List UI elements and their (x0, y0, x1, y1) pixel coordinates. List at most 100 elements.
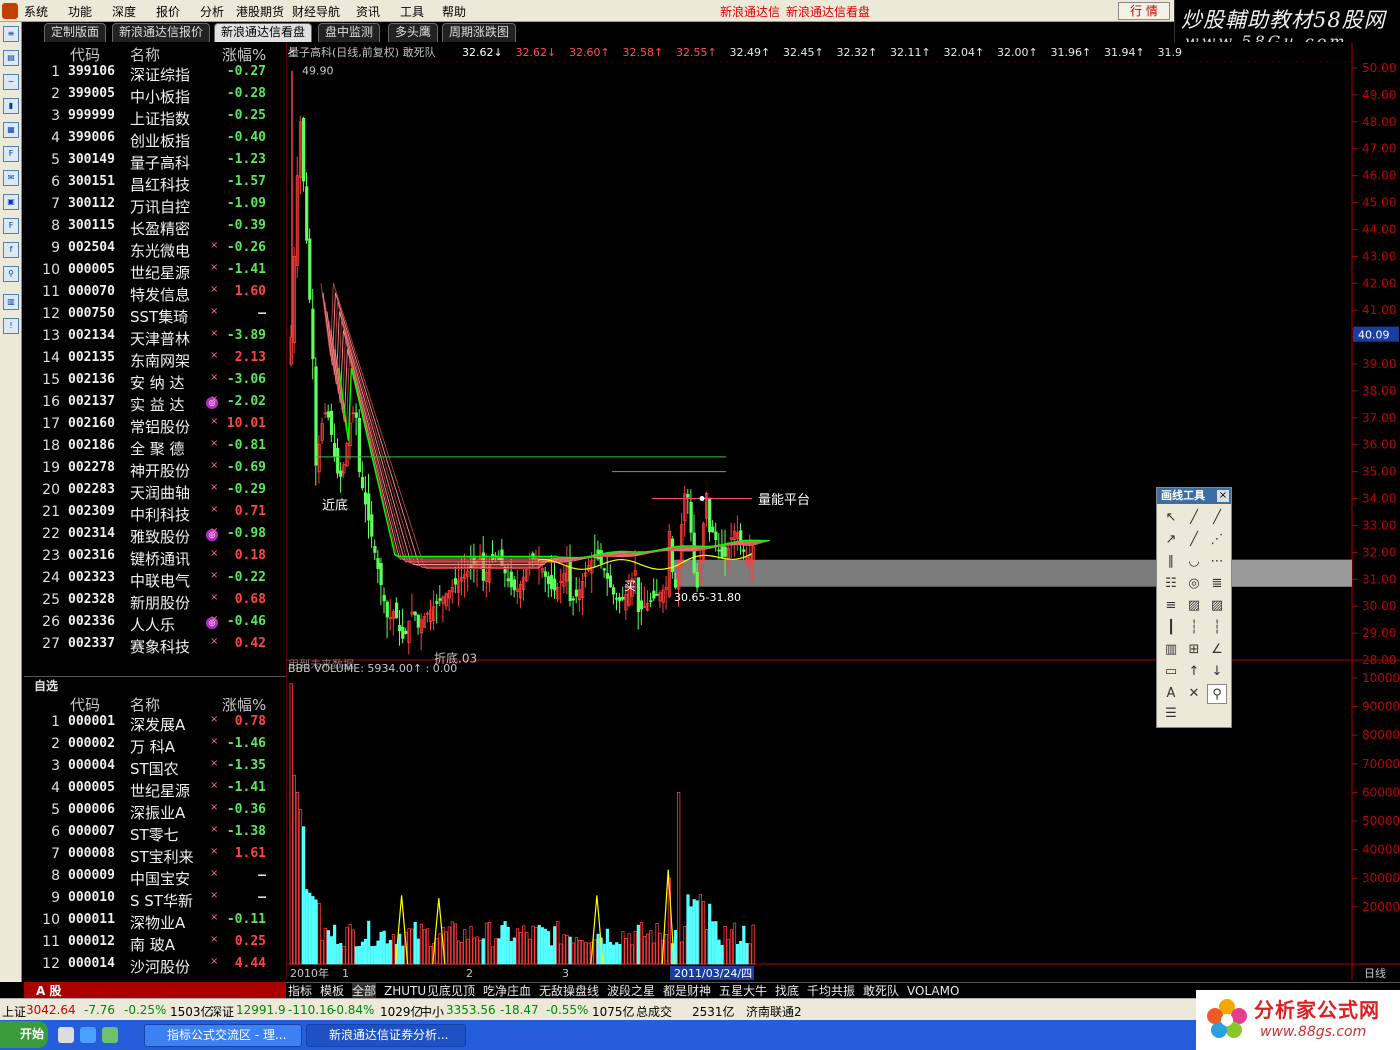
remove-mark-icon[interactable]: × (210, 438, 218, 449)
stock-row[interactable]: 4 399006 创业板指 -0.40 (24, 130, 286, 152)
ie-icon[interactable] (80, 1027, 96, 1043)
stock-row[interactable]: 27 002337 赛象科技 × 0.42 (24, 636, 286, 658)
toolbar-list-icon[interactable]: ▤ (3, 50, 19, 66)
stock-row[interactable]: 10 000005 世纪星源 × -1.41 (24, 262, 286, 284)
header-code-watch[interactable]: 代码 (70, 694, 100, 715)
channel-tool-icon[interactable]: ⋰ (1207, 530, 1227, 550)
header-name-watch[interactable]: 名称 (130, 694, 160, 715)
circle-tool-icon[interactable]: ◎ (1184, 574, 1204, 594)
remove-mark-icon[interactable]: × (210, 284, 218, 295)
taskbar-tdx-window[interactable]: 新浪通达信证券分析... (306, 1024, 466, 1047)
stock-row[interactable]: 17 002160 常铝股份 × 10.01 (24, 416, 286, 438)
indicator-tab[interactable]: 见底见顶 (427, 983, 475, 999)
header-pct[interactable]: 涨幅% (222, 44, 266, 65)
stock-row[interactable]: 2 000002 万 科A × -1.46 (24, 736, 286, 758)
remove-mark-icon[interactable]: × (210, 780, 218, 791)
stock-row[interactable]: 5 000006 深振业A × -0.36 (24, 802, 286, 824)
stock-row[interactable]: 26 002336 人人乐 ◎ × -0.46 (24, 614, 286, 636)
remove-mark-icon[interactable]: × (210, 846, 218, 857)
indicator-tab[interactable]: 无敌操盘线 (539, 983, 599, 999)
toolbar-doc-icon[interactable]: ▣ (3, 194, 19, 210)
tab-custom-layout[interactable]: 定制版面 (44, 23, 107, 42)
stock-row[interactable]: 10 000011 深物业A × -0.11 (24, 912, 286, 934)
indicator-tab[interactable]: ZHUTU (384, 983, 426, 999)
stock-row[interactable]: 23 002316 键桥通讯 × 0.18 (24, 548, 286, 570)
indicator-tab[interactable]: 波段之星 (607, 983, 655, 999)
stock-row[interactable]: 8 300115 长盈精密 -0.39 (24, 218, 286, 240)
remove-mark-icon[interactable]: × (210, 306, 218, 317)
tab-period-change[interactable]: 周期涨跌图 (442, 23, 517, 42)
menu-depth[interactable]: 深度 (112, 3, 136, 20)
quote-button[interactable]: 行 情 (1118, 2, 1170, 20)
vline-tool-icon[interactable]: ┃ (1161, 618, 1181, 638)
a-shares-tab[interactable]: A 股 (24, 982, 286, 998)
stock-row[interactable]: 25 002328 新朋股份 × 0.68 (24, 592, 286, 614)
cycle-tool-icon[interactable]: ┆ (1184, 618, 1204, 638)
stock-row[interactable]: 6 000007 ST零七 × -1.38 (24, 824, 286, 846)
select-tool-icon[interactable]: ⚲ (1207, 684, 1227, 704)
menu-system[interactable]: 系统 (24, 3, 48, 20)
remove-mark-icon[interactable]: × (210, 262, 218, 273)
stock-row[interactable]: 2 399005 中小板指 -0.28 (24, 86, 286, 108)
remove-mark-icon[interactable]: × (210, 802, 218, 813)
remove-mark-icon[interactable]: × (210, 526, 218, 537)
kline-chart-svg[interactable]: 量子高科(日线,前复权) 敢死队 32.62↓ 32.62↓ 32.60↑ 32.58↑… (286, 42, 1400, 982)
stock-row[interactable]: 16 002137 实 益 达 ◎ × -2.02 (24, 394, 286, 416)
menu-tools[interactable]: 工具 (400, 3, 424, 20)
indicator-tab[interactable]: 都是财神 (663, 983, 711, 999)
header-pct-watch[interactable]: 涨幅% (222, 694, 266, 715)
remove-mark-icon[interactable]: × (210, 372, 218, 383)
band-tool-icon[interactable]: ▨ (1184, 596, 1204, 616)
tab-intraday-monitor[interactable]: 盘中监测 (318, 23, 381, 42)
remove-mark-icon[interactable]: × (210, 482, 218, 493)
speed-tool-icon[interactable]: ⊞ (1184, 640, 1204, 660)
toolbar-line-icon[interactable]: ~ (3, 74, 19, 90)
tab-sina-watch[interactable]: 新浪通达信看盘 (214, 23, 313, 42)
remove-mark-icon[interactable]: × (210, 614, 218, 625)
stock-row[interactable]: 21 002309 中利科技 × 0.71 (24, 504, 286, 526)
ray-tool-icon[interactable]: ╱ (1207, 508, 1227, 528)
parallel-tool-icon[interactable]: ∥ (1161, 552, 1181, 572)
remove-mark-icon[interactable]: × (210, 504, 218, 515)
indicator-tab[interactable]: 全部 (352, 983, 377, 999)
stock-row[interactable]: 7 000008 ST宝利来 × 1.61 (24, 846, 286, 868)
stock-row[interactable]: 1 399106 深证综指 -0.27 (24, 64, 286, 86)
stock-row[interactable]: 18 002186 全 聚 德 × -0.81 (24, 438, 286, 460)
percent-tool-icon[interactable]: ≡ (1161, 596, 1181, 616)
stock-row[interactable]: 9 002504 东光微电 × -0.26 (24, 240, 286, 262)
header-name[interactable]: 名称 (130, 44, 160, 65)
stock-row[interactable]: 5 300149 量子高科 -1.23 (24, 152, 286, 174)
media-icon[interactable] (102, 1027, 118, 1043)
arc-tool-icon[interactable]: ◡ (1184, 552, 1204, 572)
menu-analysis[interactable]: 分析 (200, 3, 224, 20)
toolbar-formula-icon[interactable]: f (3, 242, 19, 258)
tab-sina-quote[interactable]: 新浪通达信报价 (112, 23, 211, 42)
indicator-tab[interactable]: 千均共振 (807, 983, 855, 999)
tab-bull-eagle[interactable]: 多头鹰 (388, 23, 439, 42)
stock-row[interactable]: 3 999999 上证指数 -0.25 (24, 108, 286, 130)
angle-tool-icon[interactable]: ∠ (1207, 640, 1227, 660)
toolbar-quote-icon[interactable]: ≡ (3, 26, 19, 42)
menu-help[interactable]: 帮助 (442, 3, 466, 20)
wave-tool-icon[interactable]: ▨ (1207, 596, 1227, 616)
toolbar-finance-icon[interactable]: F (3, 218, 19, 234)
remove-mark-icon[interactable]: × (210, 890, 218, 901)
cursor-tool-icon[interactable]: ↖ (1161, 508, 1181, 528)
stock-row[interactable]: 9 000010 S ST华新 × — (24, 890, 286, 912)
remove-mark-icon[interactable]: × (210, 416, 218, 427)
header-code[interactable]: 代码 (70, 44, 100, 65)
down-arrow-icon[interactable]: ↓ (1207, 662, 1227, 682)
indicator-tab[interactable]: 五星大牛 (719, 983, 767, 999)
gann-tool-icon[interactable]: ☷ (1161, 574, 1181, 594)
stock-row[interactable]: 7 300112 万讯自控 -1.09 (24, 196, 286, 218)
stock-row[interactable]: 11 000070 特发信息 × 1.60 (24, 284, 286, 306)
stock-row[interactable]: 11 000012 南 玻A × 0.25 (24, 934, 286, 956)
list-tool-icon[interactable]: ☰ (1161, 704, 1181, 724)
remove-mark-icon[interactable]: × (210, 934, 218, 945)
remove-mark-icon[interactable]: × (210, 592, 218, 603)
start-button[interactable]: 开始 (0, 1021, 48, 1048)
indicator-tab[interactable]: VOLAMO (907, 983, 959, 999)
remove-mark-icon[interactable]: × (210, 714, 218, 725)
toolbar-news-icon[interactable]: ✉ (3, 170, 19, 186)
menu-quote[interactable]: 报价 (156, 3, 180, 20)
